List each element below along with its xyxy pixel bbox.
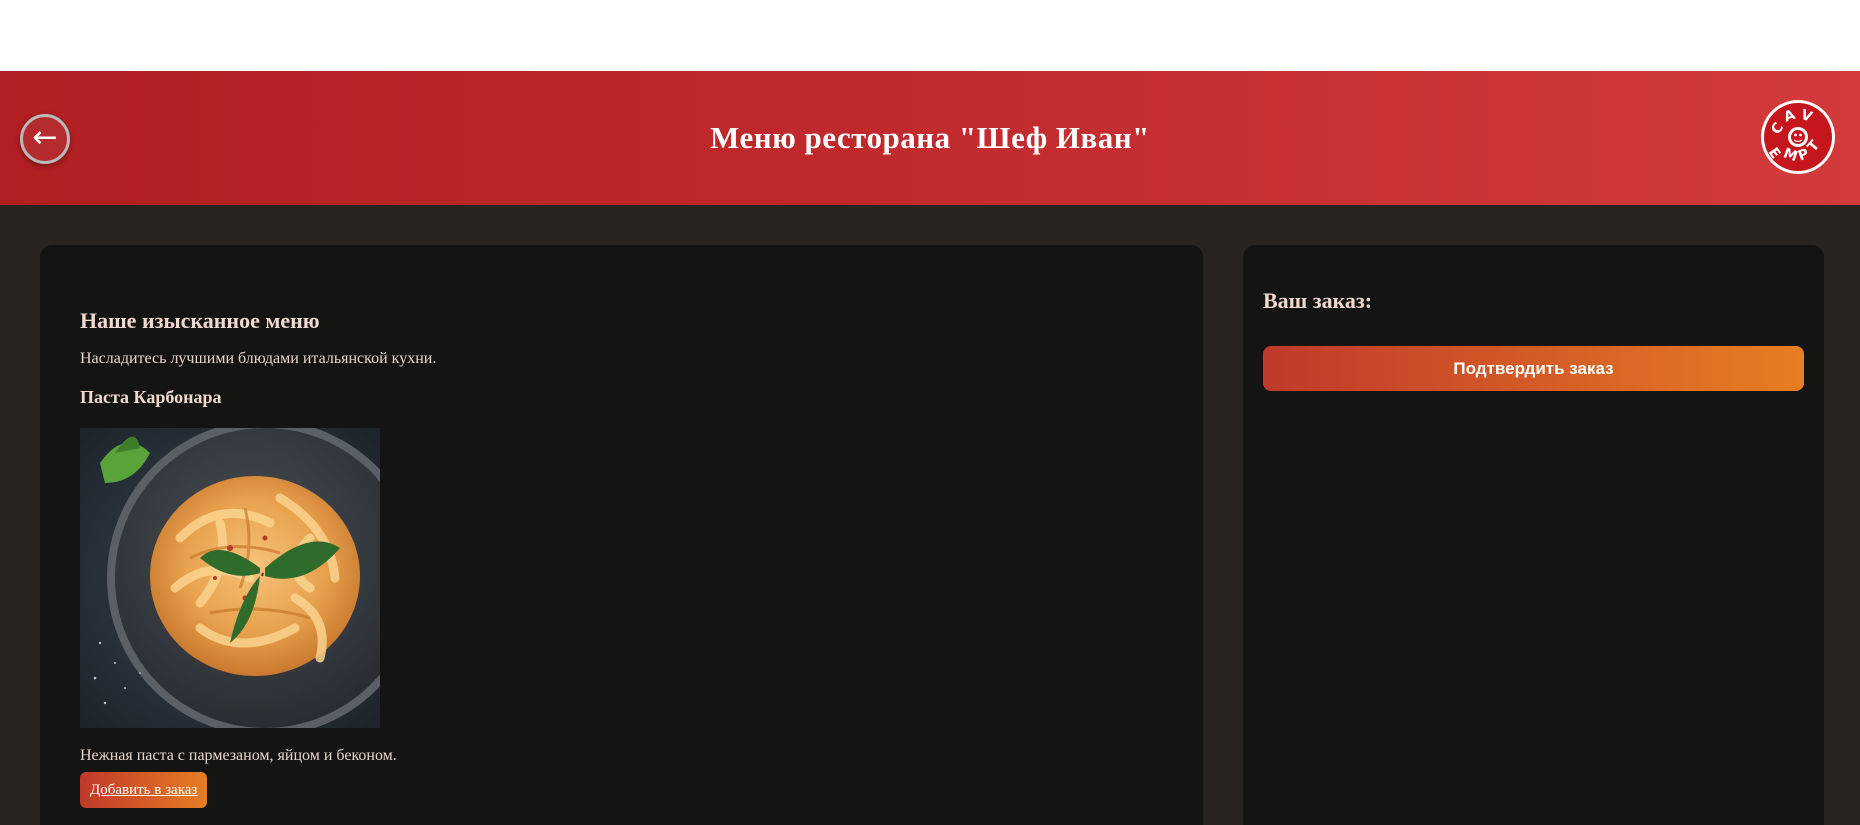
back-button[interactable]: ← xyxy=(20,114,70,164)
page-header: ← Меню ресторана "Шеф Иван" C A V E M P … xyxy=(0,71,1860,205)
dish-name: Паста Карбонара xyxy=(80,387,222,407)
menu-panel: Наше изысканное меню Насладитесь лучшими… xyxy=(40,245,1203,825)
main-area: Наше изысканное меню Насладитесь лучшими… xyxy=(0,205,1860,825)
pasta-photo-icon xyxy=(80,428,380,728)
logo-icon: C A V E M P T xyxy=(1761,100,1835,174)
order-panel: Ваш заказ: Подтвердить заказ xyxy=(1243,245,1824,825)
confirm-order-button[interactable]: Подтвердить заказ xyxy=(1263,346,1804,391)
menu-heading: Наше изысканное меню xyxy=(80,308,320,333)
dish-description: Нежная паста с пармезаном, яйцом и бекон… xyxy=(80,747,397,764)
top-blank-area xyxy=(0,0,1860,71)
order-heading: Ваш заказ: xyxy=(1263,288,1373,313)
dish-image xyxy=(80,428,380,728)
menu-subtitle: Насладитесь лучшими блюдами итальянской … xyxy=(80,350,437,367)
page-title: Меню ресторана "Шеф Иван" xyxy=(710,120,1150,155)
back-arrow-icon: ← xyxy=(32,120,58,155)
add-to-order-button[interactable]: Добавить в заказ xyxy=(80,772,208,808)
